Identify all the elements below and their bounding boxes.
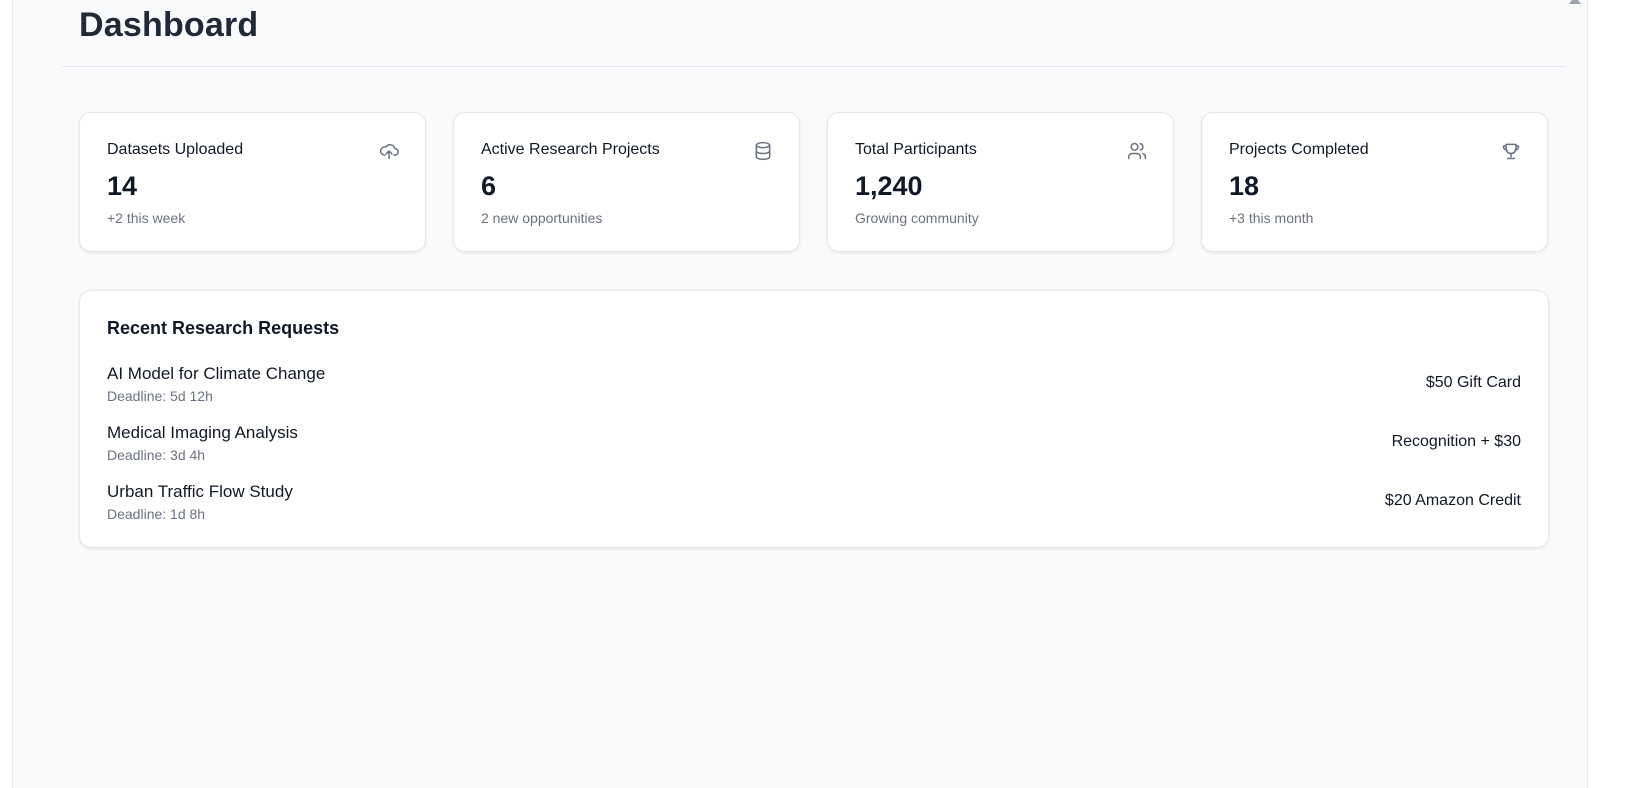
stat-title: Projects Completed (1229, 141, 1369, 158)
stats-row: Datasets Uploaded 14 +2 this week Active… (79, 112, 1548, 252)
request-reward: Recognition + $30 (1391, 433, 1521, 450)
request-name[interactable]: Urban Traffic Flow Study (107, 482, 293, 502)
stat-subtext: +2 this week (107, 210, 186, 226)
recent-research-requests-card: Recent Research Requests AI Model for Cl… (79, 290, 1549, 548)
request-item[interactable]: AI Model for Climate Change Deadline: 5d… (107, 364, 1521, 423)
stat-subtext: +3 this month (1229, 210, 1314, 226)
users-icon (1127, 141, 1147, 161)
stat-title: Datasets Uploaded (107, 141, 244, 158)
request-name[interactable]: Medical Imaging Analysis (107, 423, 298, 443)
stat-card-total-participants: Total Participants 1,240 Growing communi… (827, 112, 1174, 252)
database-icon (753, 141, 773, 161)
section-title: Recent Research Requests (107, 318, 340, 338)
request-name[interactable]: AI Model for Climate Change (107, 364, 325, 384)
request-list: AI Model for Climate Change Deadline: 5d… (107, 364, 1521, 541)
app-frame: Dashboard Datasets Uploaded 14 +2 this w… (12, 0, 1588, 788)
stat-value: 6 (481, 171, 497, 201)
stat-card-datasets-uploaded: Datasets Uploaded 14 +2 this week (79, 112, 426, 252)
trophy-icon (1501, 141, 1521, 161)
stat-value: 18 (1229, 171, 1260, 201)
request-reward: $50 Gift Card (1425, 374, 1521, 391)
upload-cloud-icon (379, 141, 399, 161)
request-deadline: Deadline: 1d 8h (107, 506, 206, 522)
stat-title: Total Participants (855, 141, 977, 158)
header-divider (62, 66, 1566, 67)
stat-subtext: 2 new opportunities (481, 210, 603, 226)
page-title: Dashboard (79, 6, 259, 44)
request-item[interactable]: Medical Imaging Analysis Deadline: 3d 4h… (107, 423, 1521, 482)
stat-title: Active Research Projects (481, 141, 660, 158)
stat-card-projects-completed: Projects Completed 18 +3 this month (1201, 112, 1548, 252)
request-deadline: Deadline: 3d 4h (107, 447, 206, 463)
request-reward: $20 Amazon Credit (1384, 492, 1521, 509)
stat-card-active-research-projects: Active Research Projects 6 2 new opportu… (453, 112, 800, 252)
request-deadline: Deadline: 5d 12h (107, 388, 213, 404)
stat-value: 1,240 (855, 171, 923, 201)
request-item[interactable]: Urban Traffic Flow Study Deadline: 1d 8h… (107, 482, 1521, 541)
stat-subtext: Growing community (855, 210, 979, 226)
stat-value: 14 (107, 171, 138, 201)
scroll-up-arrow-icon[interactable] (1569, 0, 1581, 4)
